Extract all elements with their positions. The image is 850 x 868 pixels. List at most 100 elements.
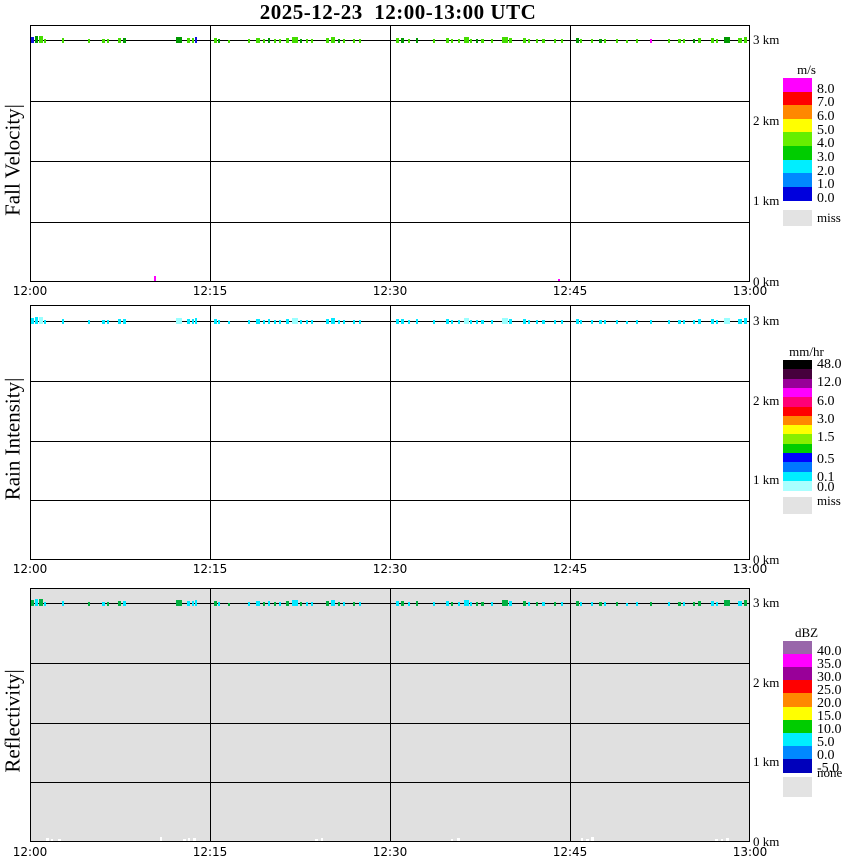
data-mark (650, 320, 652, 324)
data-mark (636, 602, 638, 606)
data-mark (292, 318, 298, 324)
data-mark (580, 39, 582, 43)
colorbar-segment (783, 654, 812, 668)
data-mark (698, 319, 701, 324)
data-mark (481, 320, 484, 324)
data-mark (359, 39, 361, 43)
data-mark (716, 602, 718, 606)
colorbar-label: 1.5 (817, 430, 835, 445)
data-mark (62, 319, 64, 324)
data-mark (502, 600, 508, 606)
data-mark (31, 318, 34, 324)
data-mark (408, 39, 410, 43)
data-mark (576, 38, 579, 43)
data-mark (123, 38, 126, 43)
data-mark (326, 38, 329, 43)
data-mark (591, 837, 594, 841)
time-axis-label: 12:30 (372, 284, 408, 298)
data-mark (542, 602, 545, 606)
data-mark (107, 320, 109, 324)
panel-reflectivity (30, 588, 750, 842)
data-mark (187, 319, 190, 324)
colorbar-label: 48.0 (817, 357, 842, 372)
data-mark (626, 40, 628, 43)
panel-rain-intensity (30, 305, 750, 560)
data-mark (678, 320, 681, 324)
data-mark (107, 602, 109, 606)
colorbar-segment (783, 732, 812, 747)
data-mark (668, 39, 670, 43)
data-mark (214, 319, 217, 324)
data-mark (726, 838, 729, 841)
gridline-vertical (210, 306, 211, 559)
data-mark (476, 602, 478, 606)
data-mark (31, 37, 34, 43)
colorbar-missing-swatch (783, 210, 812, 226)
data-mark (470, 602, 472, 606)
data-mark (591, 320, 593, 324)
data-mark (176, 600, 182, 606)
data-mark (693, 320, 695, 324)
data-mark (616, 602, 618, 606)
data-mark (599, 602, 602, 606)
data-mark (353, 320, 355, 324)
data-mark (160, 837, 162, 841)
data-mark (39, 36, 43, 43)
data-mark (716, 39, 718, 43)
data-mark (306, 602, 308, 606)
data-mark (721, 839, 723, 841)
time-axis-label: 12:30 (372, 845, 408, 859)
data-mark (554, 602, 556, 606)
gridline-vertical (570, 306, 571, 559)
data-mark (744, 37, 747, 43)
data-mark (315, 839, 318, 841)
data-mark (683, 602, 685, 606)
data-mark (88, 39, 90, 43)
data-mark (343, 602, 345, 606)
data-mark (683, 39, 685, 43)
data-mark (279, 320, 281, 324)
data-mark (228, 321, 230, 324)
data-mark (604, 320, 606, 324)
colorbar-missing-label: miss (817, 493, 841, 508)
data-mark (491, 602, 493, 606)
data-mark (502, 318, 508, 324)
data-mark (306, 39, 308, 43)
data-mark (195, 600, 197, 606)
colorbar-segment (783, 105, 812, 120)
data-mark (401, 601, 404, 606)
data-mark (338, 320, 340, 324)
data-mark (576, 319, 579, 324)
data-mark (724, 318, 730, 324)
time-axis-label: 13:00 (732, 845, 768, 859)
gridline-vertical (390, 26, 391, 281)
data-mark (248, 602, 250, 606)
data-mark (481, 602, 484, 606)
data-mark (292, 600, 298, 606)
data-mark (39, 599, 43, 606)
data-mark (195, 318, 197, 324)
data-mark (683, 320, 685, 324)
gridline-vertical (210, 26, 211, 281)
data-mark (343, 39, 345, 43)
data-mark (581, 838, 583, 841)
data-mark (248, 39, 250, 43)
data-mark (724, 37, 730, 43)
data-mark (359, 320, 361, 324)
time-axis-label: 12:45 (552, 284, 588, 298)
height-axis-label: 2 km (753, 392, 780, 408)
data-mark (331, 318, 335, 324)
data-mark (738, 38, 742, 43)
colorbar-label: 3.0 (817, 412, 835, 427)
data-mark (693, 39, 695, 43)
colorbar-title-fall-velocity: m/s (797, 62, 816, 77)
data-mark (187, 601, 190, 606)
colorbar-segment (783, 132, 812, 147)
colorbar-segment (783, 173, 812, 188)
data-mark (311, 602, 313, 606)
data-mark (300, 602, 302, 606)
colorbar-segment (783, 91, 812, 106)
height-axis-label: 2 km (753, 112, 780, 128)
data-mark (470, 39, 472, 43)
data-mark (433, 39, 435, 43)
